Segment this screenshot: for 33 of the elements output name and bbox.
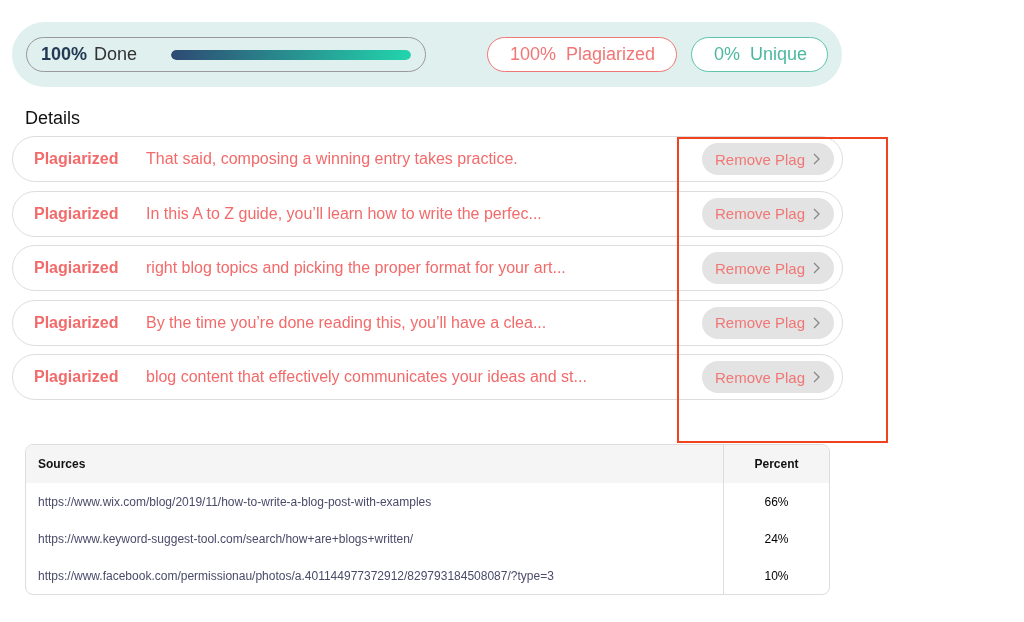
status-label: Plagiarized xyxy=(34,368,120,386)
done-percent: 100% xyxy=(41,44,88,65)
column-header: Sources xyxy=(37,456,87,473)
source-link[interactable]: https://www.wix.com/blog/2019/11/how-to-write-a-blog-post-with-examples xyxy=(26,483,723,520)
chevron-right-icon xyxy=(813,316,821,329)
percent-cell: 10% xyxy=(723,557,829,594)
details-heading: Details xyxy=(25,108,81,129)
plagiarized-badge: 100% Plagiarized xyxy=(487,37,677,72)
status-label: Plagiarized xyxy=(34,313,120,332)
source-link[interactable]: https://www.keyword-suggest-tool.com/search/how+are+blogs+written/ xyxy=(26,520,723,557)
percent-cell: 66% xyxy=(723,483,829,520)
status-label: Plagiarized xyxy=(34,204,120,223)
sentence-text: By the time you’re done reading this, you’ll have a clea... xyxy=(146,313,548,332)
chevron-right-icon xyxy=(813,207,821,220)
chevron-right-icon xyxy=(813,153,821,165)
remove-plag-button[interactable]: Remove Plag xyxy=(702,143,834,175)
percent-cell: 24% xyxy=(723,520,829,557)
status-label: Plagiarized xyxy=(34,150,120,168)
sentence-text: blog content that effectively communicates your ideas and st... xyxy=(146,368,588,386)
sentence-text: right blog topics and picking the proper format for your art... xyxy=(146,259,567,277)
status-label: Plagiarized xyxy=(34,259,120,277)
remove-plag-button[interactable]: Remove Plag xyxy=(702,252,834,284)
source-link[interactable]: https://www.facebook.com/permissionau/photos/a.401144977372912/829793184508087/?type=3 xyxy=(26,557,723,594)
chevron-right-icon xyxy=(813,371,821,383)
chevron-right-icon xyxy=(813,262,821,274)
remove-plag-button[interactable]: Remove Plag xyxy=(702,361,834,393)
sentence-text: In this A to Z guide, you’ll learn how to write the perfec... xyxy=(146,204,543,223)
unique-badge: 0% Unique xyxy=(691,37,828,72)
sentence-text: That said, composing a winning entry takes practice. xyxy=(146,150,519,168)
done-label: Done xyxy=(94,44,138,65)
column-header: Percent xyxy=(723,445,829,483)
remove-plag-button[interactable]: Remove Plag xyxy=(702,197,834,230)
remove-plag-button[interactable]: Remove Plag xyxy=(702,306,834,339)
